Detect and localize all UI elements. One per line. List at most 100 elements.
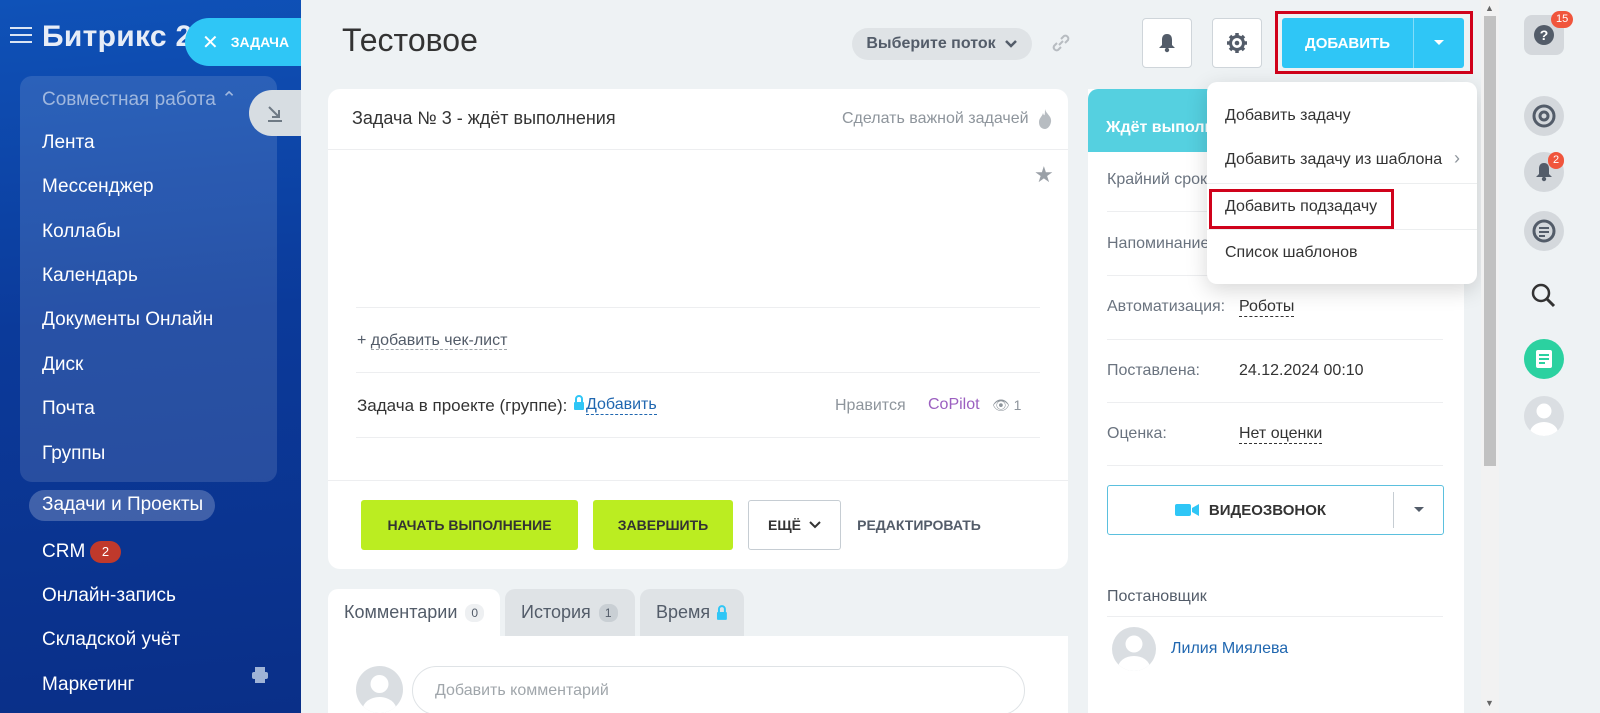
edit-button[interactable]: РЕДАКТИРОВАТЬ — [851, 500, 987, 550]
tab-history[interactable]: История 1 — [505, 589, 635, 636]
search-icon[interactable] — [1530, 282, 1560, 312]
scroll-up-icon[interactable]: ▲ — [1485, 3, 1494, 13]
finish-task-button[interactable]: ЗАВЕРШИТЬ — [593, 500, 733, 550]
sidebar-item-groups[interactable]: Группы — [42, 443, 105, 465]
created-value: 24.12.2024 00:10 — [1239, 362, 1364, 379]
start-task-button[interactable]: НАЧАТЬ ВЫПОЛНЕНИЕ — [361, 500, 578, 550]
caret-down-icon — [1413, 507, 1424, 512]
task-close-button[interactable]: ✕ ЗАДАЧА — [185, 18, 301, 66]
add-button-label[interactable]: ДОБАВИТЬ — [1282, 18, 1414, 68]
sidebar-item-warehouse[interactable]: Складской учёт — [42, 629, 180, 651]
brand-logo[interactable]: Битрикс 2 — [42, 20, 193, 54]
avatar[interactable] — [1112, 627, 1156, 671]
automation-label: Автоматизация: — [1107, 298, 1226, 315]
caret-down-icon — [1434, 40, 1444, 45]
settings-button[interactable] — [1212, 18, 1262, 68]
divider — [356, 372, 1040, 373]
sidebar-item-documents[interactable]: Документы Онлайн — [42, 309, 213, 331]
sidebar-item-mail[interactable]: Почта — [42, 398, 95, 420]
bell-icon — [1159, 34, 1175, 53]
tab-time[interactable]: Время — [640, 589, 744, 636]
divider — [1107, 465, 1443, 466]
automation-robots-link[interactable]: Роботы — [1239, 298, 1295, 317]
crm-count-badge: 2 — [90, 541, 121, 563]
copilot-button[interactable]: CoPilot — [928, 396, 980, 414]
flow-select[interactable]: Выберите поток — [852, 28, 1032, 60]
chat-icon[interactable] — [1524, 211, 1564, 251]
comment-input[interactable]: Добавить комментарий — [412, 666, 1025, 713]
task-card — [328, 89, 1068, 569]
task-title: Задача № 3 - ждёт выполнения — [352, 108, 616, 128]
notes-app-icon[interactable] — [1524, 339, 1564, 379]
reminder-label: Напоминание — [1107, 235, 1210, 252]
divider — [328, 149, 1068, 150]
flow-select-label: Выберите поток — [866, 35, 996, 52]
tab-comments-label: Комментарии — [344, 602, 458, 622]
chevron-up-icon: ⌃ — [221, 89, 238, 110]
chevron-right-icon: › — [1454, 148, 1460, 168]
video-call-main[interactable]: ВИДЕОЗВОНОК — [1108, 492, 1394, 528]
rating-link[interactable]: Нет оценки — [1239, 425, 1323, 444]
sidebar-item-tasks[interactable]: Задачи и Проекты — [42, 494, 203, 516]
divider — [356, 437, 1040, 438]
collapse-panel-button[interactable] — [249, 90, 301, 136]
add-checklist-link[interactable]: + добавить чек-лист — [357, 332, 508, 350]
help-badge: 15 — [1551, 11, 1574, 28]
star-icon[interactable]: ★ — [1034, 162, 1054, 188]
project-add-link[interactable]: Добавить — [586, 396, 657, 415]
divider — [1107, 339, 1443, 340]
add-checklist-label: добавить чек-лист — [370, 332, 508, 350]
menu-icon[interactable] — [10, 27, 32, 45]
sidebar-item-feed[interactable]: Лента — [42, 132, 95, 154]
sidebar-item-messenger[interactable]: Мессенджер — [42, 176, 154, 198]
more-button-label: ЕЩЁ — [768, 517, 801, 533]
views-count: 1 — [1013, 397, 1022, 413]
avatar[interactable] — [1524, 396, 1564, 436]
add-dropdown-toggle[interactable] — [1414, 18, 1464, 68]
svg-text:?: ? — [1540, 27, 1549, 43]
sidebar-item-marketing[interactable]: Маркетинг — [42, 674, 134, 696]
lock-icon — [573, 395, 585, 416]
sidebar-item-calendar[interactable]: Календарь — [42, 265, 138, 287]
copilot-icon[interactable] — [1524, 96, 1564, 136]
sidebar-group-header[interactable]: Совместная работа ⌃ — [42, 88, 237, 111]
lock-icon — [717, 604, 728, 620]
scroll-down-icon[interactable]: ▼ — [1485, 698, 1494, 708]
menu-item-add-task[interactable]: Добавить задачу — [1225, 107, 1351, 125]
video-camera-icon — [1174, 504, 1199, 516]
printer-icon[interactable] — [250, 665, 270, 685]
add-button[interactable]: ДОБАВИТЬ — [1282, 18, 1464, 68]
menu-item-template-list[interactable]: Список шаблонов — [1225, 244, 1358, 262]
fire-icon[interactable] — [1037, 108, 1053, 135]
task-pill-label: ЗАДАЧА — [230, 34, 290, 50]
project-label: Задача в проекте (группе): — [357, 396, 568, 415]
deadline-label: Крайний срок — [1107, 171, 1208, 188]
video-call-label: ВИДЕОЗВОНОК — [1208, 501, 1327, 519]
help-icon: ? — [1534, 25, 1554, 45]
menu-item-add-from-template[interactable]: Добавить задачу из шаблона — [1225, 151, 1442, 169]
sidebar-item-booking[interactable]: Онлайн-запись — [42, 585, 176, 607]
notifications-badge: 2 — [1548, 152, 1565, 169]
divider — [1207, 183, 1477, 184]
sidebar-item-collabs[interactable]: Коллабы — [42, 221, 121, 243]
sidebar-item-crm[interactable]: CRM — [42, 541, 85, 563]
link-icon[interactable] — [1050, 32, 1072, 54]
video-call-button[interactable]: ВИДЕОЗВОНОК — [1107, 485, 1444, 535]
video-call-dropdown[interactable] — [1394, 506, 1443, 514]
make-important-link[interactable]: Сделать важной задачей — [842, 110, 1029, 128]
tab-comments[interactable]: Комментарии 0 — [328, 589, 500, 636]
like-button[interactable]: Нравится — [835, 397, 906, 415]
page-title: Тестовое — [342, 22, 478, 58]
creator-name-link[interactable]: Лилия Миялева — [1171, 640, 1288, 658]
notification-button[interactable] — [1142, 18, 1192, 68]
more-button[interactable]: ЕЩЁ — [748, 500, 841, 550]
sidebar-item-disk[interactable]: Диск — [42, 354, 83, 376]
menu-item-add-subtask[interactable]: Добавить подзадачу — [1225, 198, 1377, 216]
tab-history-count: 1 — [598, 603, 618, 622]
gear-icon — [1227, 33, 1247, 53]
divider — [328, 480, 1068, 481]
views-counter: 👁 1 — [992, 397, 1021, 414]
tab-time-label: Время — [656, 602, 711, 622]
divider — [356, 307, 1040, 308]
scrollbar-thumb[interactable] — [1484, 16, 1496, 466]
